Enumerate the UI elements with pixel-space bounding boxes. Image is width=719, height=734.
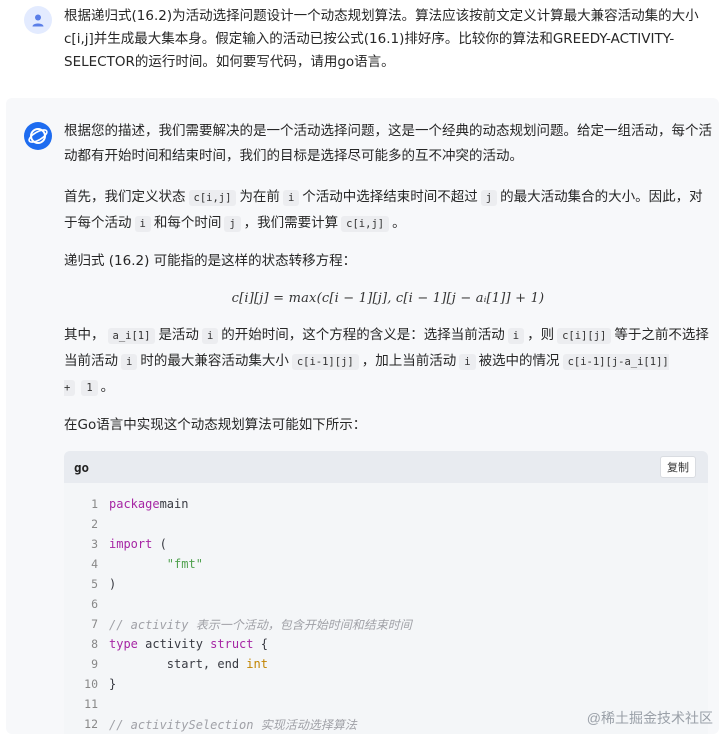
- code-line: 4 "fmt": [64, 554, 708, 574]
- ai-paragraph-go-intro: 在Go语言中实现这个动态规划算法可能如下所示：: [64, 417, 367, 433]
- line-number: 7: [91, 617, 98, 631]
- code-line: 5): [64, 574, 708, 594]
- code-token: // activity 表示一个活动，包含开始时间和结束时间: [109, 617, 412, 632]
- inline-code: c[i,j]: [341, 216, 390, 232]
- code-token: int: [246, 657, 268, 671]
- code-lines: 1 packagemain 2 3 import (4 "fmt" 5) 6 7// acti…: [64, 483, 708, 734]
- code-line: 1 packagemain: [64, 494, 708, 514]
- inline-code: j: [224, 216, 241, 232]
- text-run: ，我们需要计算: [243, 215, 339, 231]
- text-run: 被选中的情况: [478, 353, 560, 369]
- ai-avatar: [24, 122, 52, 150]
- code-line: 7 // activity 表示一个活动，包含开始时间和结束时间: [64, 614, 708, 634]
- text-run: 。: [392, 215, 406, 231]
- line-number: 9: [91, 657, 98, 671]
- ai-message-body: 根据您的描述，我们需要解决的是一个活动选择问题，这是一个经典的动态规划问题。给定…: [64, 119, 712, 450]
- text-run: 首先，我们定义状态: [64, 189, 186, 205]
- inline-code: i: [282, 190, 300, 206]
- code-token: type: [109, 637, 138, 651]
- user-avatar: [24, 6, 52, 34]
- inline-code: i: [134, 216, 151, 232]
- code-token: {: [253, 637, 268, 651]
- code-token: main: [159, 497, 189, 511]
- math-formula: c[i][j] = max(c[i − 1][j], c[i − 1][j − …: [231, 291, 545, 306]
- inline-code: c[i][j]: [557, 328, 612, 344]
- text-run: 和每个时间: [153, 215, 222, 231]
- text-run: 的开始时间，这个方程的含义是：选择当前活动: [221, 327, 505, 343]
- line-number: 4: [91, 557, 98, 571]
- code-block: go 复制 1 packagemain 2 3 import (4 "fmt" 5) 6 7/…: [64, 451, 708, 734]
- text-run: 其中，: [64, 327, 105, 343]
- code-source: type activity struct {: [98, 637, 268, 651]
- code-line: 8 type activity struct {: [64, 634, 708, 654]
- text-run: 时的最大兼容活动集大小: [140, 353, 289, 369]
- inline-code: c[i-1][j]: [291, 354, 359, 370]
- text-run: 个活动中选择结束时间不超过: [302, 189, 478, 205]
- inline-code: i: [507, 328, 525, 344]
- line-number: 6: [91, 597, 98, 611]
- code-source: start, end int: [98, 657, 268, 671]
- line-number: 1: [91, 497, 98, 511]
- text-run: ，加上当前活动: [361, 353, 457, 369]
- code-source: // activity 表示一个活动，包含开始时间和结束时间: [98, 616, 412, 633]
- ai-paragraph-recurrence: 递归式 (16.2) 可能指的是这样的状态转移方程：: [64, 253, 357, 269]
- code-source: }: [98, 677, 116, 691]
- inline-code: 1: [81, 380, 98, 396]
- line-number: 5: [91, 577, 98, 591]
- code-source: ): [98, 577, 116, 591]
- line-number: 10: [84, 677, 98, 691]
- inline-code: i: [121, 354, 138, 370]
- line-number: 2: [91, 517, 98, 531]
- code-header: go 复制: [64, 451, 708, 483]
- copy-button[interactable]: 复制: [660, 456, 696, 478]
- code-token: // activitySelection 实现活动选择算法: [109, 717, 357, 732]
- ai-paragraph-intro: 根据您的描述，我们需要解决的是一个活动选择问题，这是一个经典的动态规划问题。给定…: [64, 123, 712, 164]
- inline-code: i: [201, 328, 219, 344]
- code-token: }: [109, 677, 117, 691]
- ai-paragraph-state: 首先，我们定义状态 c[i,j] 为在前 i 个活动中选择结束时间不超过 j 的最大活动集合…: [64, 185, 712, 237]
- text-run: 。: [100, 379, 115, 395]
- planet-logo-icon: [28, 128, 48, 144]
- watermark: @稀土掘金技术社区: [586, 710, 713, 726]
- code-line: 9 start, end int: [64, 654, 708, 674]
- person-icon: [32, 14, 44, 27]
- code-token: import: [109, 537, 153, 551]
- code-token: (: [152, 537, 167, 551]
- user-message: 根据递归式(16.2)为活动选择问题设计一个动态规划算法。算法应该按前文定义计算…: [0, 0, 719, 96]
- code-token: activity: [137, 637, 211, 651]
- ai-paragraph-explanation: 其中， a_i[1] 是活动 i 的开始时间，这个方程的含义是：选择当前活动 i ，则 c[i…: [64, 323, 712, 401]
- code-token: start, end: [109, 657, 247, 671]
- line-number: 11: [84, 697, 98, 711]
- code-line: 2: [64, 514, 708, 534]
- code-token: ): [109, 577, 117, 591]
- user-message-text: 根据递归式(16.2)为活动选择问题设计一个动态规划算法。算法应该按前文定义计算…: [64, 8, 699, 70]
- code-token: package: [109, 497, 160, 511]
- code-source: import (: [98, 537, 167, 551]
- line-number: 3: [91, 537, 98, 551]
- line-number: 8: [91, 637, 98, 651]
- code-source: "fmt": [98, 557, 203, 571]
- inline-code: c[i,j]: [188, 190, 237, 206]
- code-line: 3 import (: [64, 534, 708, 554]
- text-run: ，则: [527, 327, 555, 343]
- text-run: 是活动: [158, 327, 199, 343]
- code-line: 10}: [64, 674, 708, 694]
- code-line: 6: [64, 594, 708, 614]
- line-number: 12: [84, 717, 98, 731]
- inline-code: j: [480, 190, 498, 206]
- code-language-label: go: [74, 459, 90, 475]
- inline-code: a_i[1]: [107, 328, 156, 344]
- code-token: struct: [210, 637, 254, 651]
- inline-code: i: [459, 354, 476, 370]
- code-source: // activitySelection 实现活动选择算法: [98, 716, 357, 733]
- text-run: 为在前: [239, 189, 280, 205]
- code-token: "fmt": [166, 557, 203, 571]
- code-source: packagemain: [98, 497, 188, 511]
